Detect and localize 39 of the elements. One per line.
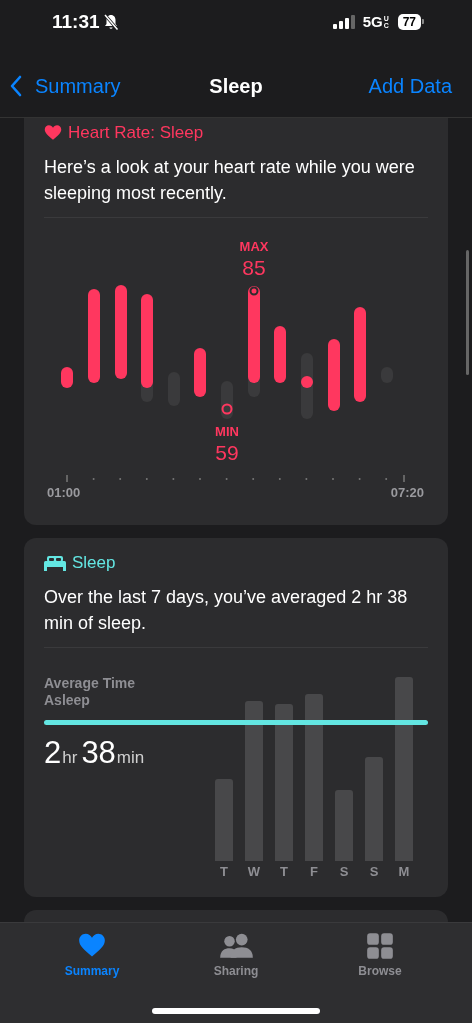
heart-icon (44, 124, 62, 142)
sleep-bar (335, 790, 353, 861)
day-label: W (247, 864, 261, 880)
bed-icon (44, 555, 66, 571)
heart-rate-card[interactable]: Heart Rate: Sleep Here’s a look at your heart rate while you were sleeping most recently. MAX 85 MIN 59 01:00 07:20 (24, 118, 448, 525)
card-heading: Sleep (72, 553, 116, 573)
card-heading: Heart Rate: Sleep (68, 123, 204, 143)
grid-icon (366, 932, 394, 960)
tab-item[interactable]: Sharing (196, 932, 276, 978)
max-label: MAX (239, 239, 269, 254)
tab-item[interactable]: Summary (52, 932, 132, 978)
muted-bell-icon (101, 12, 120, 31)
tab-item[interactable]: Browse (340, 932, 420, 978)
max-value: 85 (242, 256, 266, 279)
min-marker-icon (221, 403, 233, 415)
screen-title: Sleep (208, 74, 264, 98)
day-label: F (310, 864, 318, 880)
day-label: T (220, 864, 228, 880)
sleep-card[interactable]: Sleep Over the last 7 days, you’ve averaged 2 hr 38 min of sleep. Average Time Asleep 2hr 38min T W T F S S M (24, 538, 448, 897)
day-label: T (280, 864, 288, 880)
min-value: 59 (215, 441, 239, 464)
add-data-link[interactable]: Add Data (368, 74, 452, 98)
max-marker-icon (249, 286, 259, 296)
day-label: S (339, 864, 349, 880)
day-label: M (398, 864, 410, 880)
axis-label: 01:00 (47, 485, 81, 500)
average-value: 2hr 38min (44, 735, 146, 771)
signal-icon (332, 14, 355, 29)
day-label: S (369, 864, 379, 880)
status-time: 11:31 (52, 10, 100, 33)
card-description: Over the last 7 days, you’ve averaged 2 hr 38 min of sleep. (44, 586, 409, 635)
people-icon (219, 932, 253, 960)
stat-label: Average Time Asleep (44, 675, 137, 709)
back-link[interactable]: Summary (10, 74, 121, 98)
card-description: Here’s a look at your heart rate while you were sleeping most recently. (44, 156, 416, 205)
battery-indicator: 77 (397, 13, 424, 30)
axis-label: 07:20 (390, 485, 424, 500)
min-label: MIN (215, 424, 239, 439)
back-chevron-icon (10, 75, 22, 97)
